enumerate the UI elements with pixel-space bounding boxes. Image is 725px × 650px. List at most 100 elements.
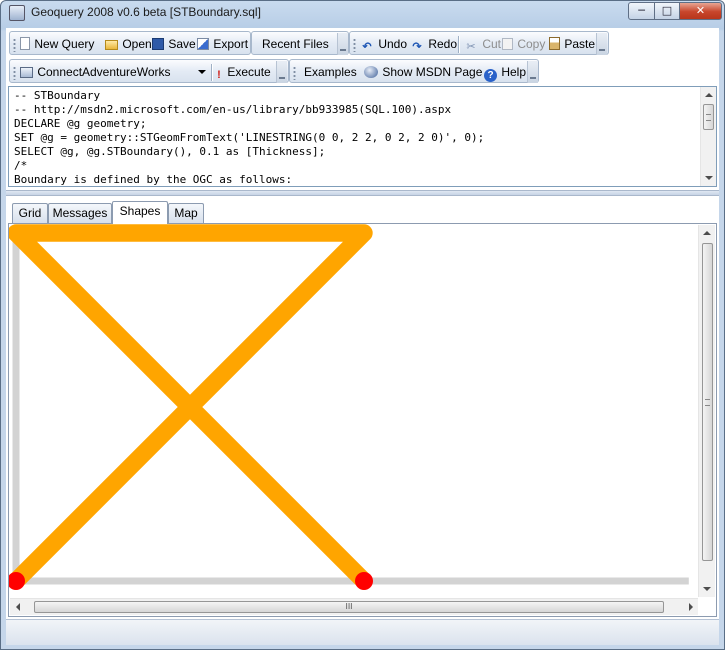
save-button[interactable]: Save: [152, 35, 196, 53]
tab-map[interactable]: Map: [168, 203, 204, 223]
toolbar-overflow-button[interactable]: [596, 33, 607, 55]
app-window: Geoquery 2008 v0.6 beta [STBoundary.sql]…: [0, 0, 725, 650]
database-select-value: AdventureWorks: [82, 65, 171, 79]
redo-label: Redo: [428, 37, 458, 51]
toolbar-grip[interactable]: [293, 66, 296, 80]
floppy-disk-icon: [152, 38, 164, 50]
tab-label: Shapes: [119, 204, 161, 218]
show-msdn-button[interactable]: Show MSDN Page: [364, 63, 482, 81]
connection-toolbar: Connect AdventureWorks ! Execute: [9, 59, 289, 83]
new-query-button[interactable]: New Query: [20, 35, 94, 53]
recent-toolbar: Recent Files: [251, 31, 349, 55]
scroll-thumb[interactable]: III: [34, 601, 664, 613]
show-msdn-label: Show MSDN Page: [382, 65, 483, 79]
connect-icon: [20, 67, 33, 78]
toolbar-grip[interactable]: [13, 66, 16, 80]
export-icon: [197, 38, 209, 50]
scroll-right-arrow-icon[interactable]: [689, 603, 693, 611]
recent-files-button[interactable]: Recent Files: [262, 35, 329, 53]
scroll-thumb[interactable]: [703, 104, 714, 130]
open-button[interactable]: Open: [105, 35, 152, 53]
examples-button[interactable]: Examples: [304, 63, 357, 81]
toolbar-separator: [211, 64, 212, 81]
new-document-icon: [20, 37, 30, 50]
tab-label: Messages: [52, 206, 108, 220]
code-line: -- STBoundary: [14, 89, 101, 102]
database-select[interactable]: AdventureWorks: [82, 63, 208, 81]
connect-label: Connect: [37, 65, 83, 79]
scroll-down-arrow-icon[interactable]: [703, 587, 711, 591]
toolbar-overflow-button[interactable]: [276, 61, 287, 83]
tab-grid[interactable]: Grid: [12, 203, 48, 223]
editor-vertical-scrollbar[interactable]: [700, 87, 716, 186]
sql-code[interactable]: -- STBoundary -- http://msdn2.microsoft.c…: [14, 89, 694, 186]
clipboard-icon: [549, 37, 560, 50]
linestring-shape: [9, 224, 373, 590]
copy-label: Copy: [517, 37, 546, 51]
copy-icon: [502, 38, 513, 50]
result-tabs: Grid Messages Shapes Map: [8, 201, 717, 224]
tab-messages[interactable]: Messages: [48, 203, 112, 223]
shapes-vertical-scrollbar[interactable]: [698, 225, 715, 597]
toolbar-separator: [458, 36, 459, 53]
execute-label: Execute: [227, 65, 271, 79]
scroll-left-arrow-icon[interactable]: [16, 603, 20, 611]
export-label: Export: [213, 37, 249, 51]
save-label: Save: [168, 37, 196, 51]
code-line: SELECT @g, @g.STBoundary(), 0.1 as [Thic…: [14, 145, 326, 158]
toolbar-grip[interactable]: [353, 38, 356, 52]
chevron-down-icon: [198, 70, 206, 74]
panel-splitter[interactable]: [6, 190, 719, 196]
scroll-up-arrow-icon[interactable]: [703, 231, 711, 235]
msdn-icon: [364, 66, 378, 78]
toolbar-row-1: New Query Open Save Export Recent Files: [9, 30, 717, 56]
tab-shapes[interactable]: Shapes: [112, 201, 168, 224]
help-button[interactable]: ? Help: [484, 63, 527, 82]
export-button[interactable]: Export: [197, 35, 248, 53]
maximize-button[interactable]: □: [654, 2, 680, 20]
scroll-down-arrow-icon[interactable]: [705, 176, 713, 180]
copy-button[interactable]: Copy: [502, 35, 545, 53]
edit-toolbar: ↶ Undo ↷ Redo ✂ Cut Copy Paste: [349, 31, 609, 55]
connect-button[interactable]: Connect: [20, 63, 82, 81]
undo-label: Undo: [378, 37, 408, 51]
boundary-point: [355, 572, 373, 590]
scroll-up-arrow-icon[interactable]: [705, 93, 713, 97]
cut-label: Cut: [482, 37, 502, 51]
scroll-thumb[interactable]: [702, 243, 713, 561]
redo-button[interactable]: ↷ Redo: [410, 35, 457, 53]
help-label: Help: [501, 65, 527, 79]
scissors-icon: ✂: [466, 41, 476, 53]
sql-editor[interactable]: -- STBoundary -- http://msdn2.microsoft.c…: [8, 86, 717, 187]
minimize-button[interactable]: ─: [628, 2, 655, 20]
folder-icon: [105, 40, 118, 50]
shapes-canvas[interactable]: [9, 224, 697, 596]
code-line: DECLARE @g geometry;: [14, 117, 147, 130]
status-bar: [6, 619, 719, 645]
client-area: New Query Open Save Export Recent Files: [6, 28, 719, 645]
file-toolbar: New Query Open Save Export: [9, 31, 251, 55]
code-line: -- http://msdn2.microsoft.com/en-us/libr…: [14, 103, 452, 116]
toolbar-row-2: Connect AdventureWorks ! Execute Example…: [9, 58, 717, 84]
code-line: SET @g = geometry::STGeomFromText('LINES…: [14, 131, 485, 144]
toolbar-overflow-button[interactable]: [527, 61, 538, 83]
app-icon: [9, 5, 25, 21]
toolbar-grip[interactable]: [13, 38, 16, 52]
paste-button[interactable]: Paste: [549, 35, 595, 53]
cut-button[interactable]: ✂ Cut: [464, 35, 501, 53]
shapes-horizontal-scrollbar[interactable]: III: [10, 598, 698, 615]
window-title: Geoquery 2008 v0.6 beta [STBoundary.sql]: [31, 5, 261, 19]
redo-icon: ↷: [412, 41, 422, 53]
tab-label: Map: [174, 206, 198, 220]
undo-button[interactable]: ↶ Undo: [360, 35, 407, 53]
toolbar-overflow-button[interactable]: [337, 33, 348, 55]
code-line: Boundary is defined by the OGC as follow…: [14, 173, 293, 186]
execute-button[interactable]: ! Execute: [215, 63, 271, 81]
new-query-label: New Query: [34, 37, 95, 51]
help-toolbar: Examples Show MSDN Page ? Help: [289, 59, 539, 83]
undo-icon: ↶: [362, 41, 372, 53]
close-button[interactable]: ✕: [679, 2, 722, 20]
title-bar[interactable]: Geoquery 2008 v0.6 beta [STBoundary.sql]…: [1, 1, 724, 25]
paste-label: Paste: [564, 37, 596, 51]
code-line: /*: [14, 159, 28, 172]
